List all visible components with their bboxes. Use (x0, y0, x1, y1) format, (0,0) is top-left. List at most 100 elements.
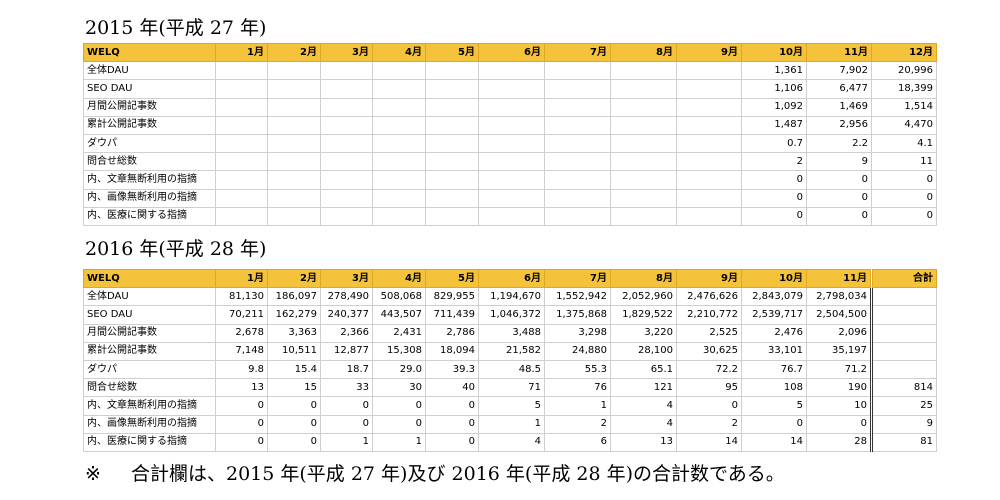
table-cell: 0 (806, 188, 872, 208)
table-cell: 4.1 (871, 133, 937, 154)
table-cell (544, 79, 611, 99)
table-cell (372, 206, 426, 226)
table-cell: 14 (676, 432, 742, 452)
table-cell (372, 97, 426, 117)
table-cell: 0 (741, 206, 807, 226)
table-cell: 1,092 (741, 97, 807, 117)
table-cell: 76.7 (741, 359, 807, 380)
table-cell: 7,148 (215, 341, 268, 361)
row-label: 月間公開記事数 (83, 323, 216, 343)
table-cell: 108 (741, 378, 807, 398)
row-label: 累計公開記事数 (83, 341, 216, 361)
table-cell: 15.4 (267, 359, 321, 380)
table-cell: 2 (741, 152, 807, 172)
table-cell (610, 79, 677, 99)
row-label: 月間公開記事数 (83, 97, 216, 117)
table-cell (676, 206, 742, 226)
table-cell: 0 (806, 414, 873, 434)
table-cell: 2 (676, 414, 742, 434)
table-cell (425, 79, 479, 99)
table-cell (320, 152, 373, 172)
header-cell: 11月 (806, 42, 872, 63)
table-cell (478, 115, 545, 135)
row-label: 内、文章無断利用の指摘 (83, 170, 216, 190)
table-row: 内、文章無断利用の指摘 0 0 0 0 0 5 1 4 0 5 10 25 (83, 396, 937, 416)
table-cell: 711,439 (425, 305, 479, 325)
table-cell: 5 (478, 396, 545, 416)
table-cell: 121 (610, 378, 677, 398)
table-cell: 1,046,372 (478, 305, 545, 325)
table-cell: 3,488 (478, 323, 545, 343)
table-cell: 55.3 (544, 359, 611, 380)
table-cell: 7,902 (806, 61, 872, 81)
table-cell (610, 170, 677, 190)
table-cell: 3,363 (267, 323, 321, 343)
table-cell (215, 133, 268, 154)
table-cell: 10,511 (267, 341, 321, 361)
table-cell (478, 133, 545, 154)
table-cell: 4 (610, 414, 677, 434)
table-cell (372, 170, 426, 190)
table-cell (267, 170, 321, 190)
table-cell: 0 (320, 414, 373, 434)
table-cell (478, 79, 545, 99)
header-cell: 9月 (676, 268, 742, 289)
table-cell: 443,507 (372, 305, 426, 325)
table-cell: 33 (320, 378, 373, 398)
table-cell: 18.7 (320, 359, 373, 380)
table-cell: 0.7 (741, 133, 807, 154)
table-row: 内、医療に関する指摘 0 0 0 (83, 206, 937, 226)
row-label: 全体DAU (83, 287, 216, 307)
table-cell (372, 61, 426, 81)
row-label: 問合せ総数 (83, 378, 216, 398)
table-cell (267, 79, 321, 99)
table-cell (267, 61, 321, 81)
table-cell: 9 (806, 152, 872, 172)
table-cell (267, 115, 321, 135)
header-cell: 8月 (610, 268, 677, 289)
section-title-2015: 2015 年(平成 27 年) (85, 17, 267, 39)
table-cell: 0 (425, 432, 479, 452)
table-cell (372, 152, 426, 172)
table-cell: 0 (267, 396, 321, 416)
header-cell: 7月 (544, 42, 611, 63)
table-cell: 0 (425, 414, 479, 434)
header-cell: 12月 (871, 42, 937, 63)
table-cell: 190 (806, 378, 873, 398)
table-cell (215, 188, 268, 208)
table-cell: 81 (871, 432, 937, 452)
table-cell: 20,996 (871, 61, 937, 81)
table-cell: 2,843,079 (741, 287, 807, 307)
table-cell: 48.5 (478, 359, 545, 380)
table-row: 内、画像無断利用の指摘 0 0 0 0 0 1 2 4 2 0 0 9 (83, 414, 937, 434)
table-cell: 2,786 (425, 323, 479, 343)
table-cell (215, 206, 268, 226)
table-cell (372, 133, 426, 154)
table-cell: 0 (267, 414, 321, 434)
header-cell: 2月 (267, 268, 321, 289)
table-cell (544, 133, 611, 154)
table-cell: 33,101 (741, 341, 807, 361)
table-cell (544, 115, 611, 135)
table-row: 内、画像無断利用の指摘 0 0 0 (83, 188, 937, 208)
table-cell: 1 (372, 432, 426, 452)
table-cell (215, 152, 268, 172)
table-cell: 829,955 (425, 287, 479, 307)
table-cell (425, 115, 479, 135)
table-cell: 0 (215, 396, 268, 416)
table-cell: 2,525 (676, 323, 742, 343)
table-cell: 65.1 (610, 359, 677, 380)
table-row: ダウパ 0.7 2.2 4.1 (83, 133, 937, 154)
table-cell: 5 (741, 396, 807, 416)
table-cell: 0 (741, 170, 807, 190)
row-label: 累計公開記事数 (83, 115, 216, 135)
header-cell: 4月 (372, 268, 426, 289)
header-cell: 8月 (610, 42, 677, 63)
table-cell: 2,678 (215, 323, 268, 343)
table-cell (425, 133, 479, 154)
table-cell: 72.2 (676, 359, 742, 380)
table-cell: 6,477 (806, 79, 872, 99)
table-cell (478, 206, 545, 226)
table-cell: 0 (871, 188, 937, 208)
table-row: 累計公開記事数 1,487 2,956 4,470 (83, 115, 937, 135)
